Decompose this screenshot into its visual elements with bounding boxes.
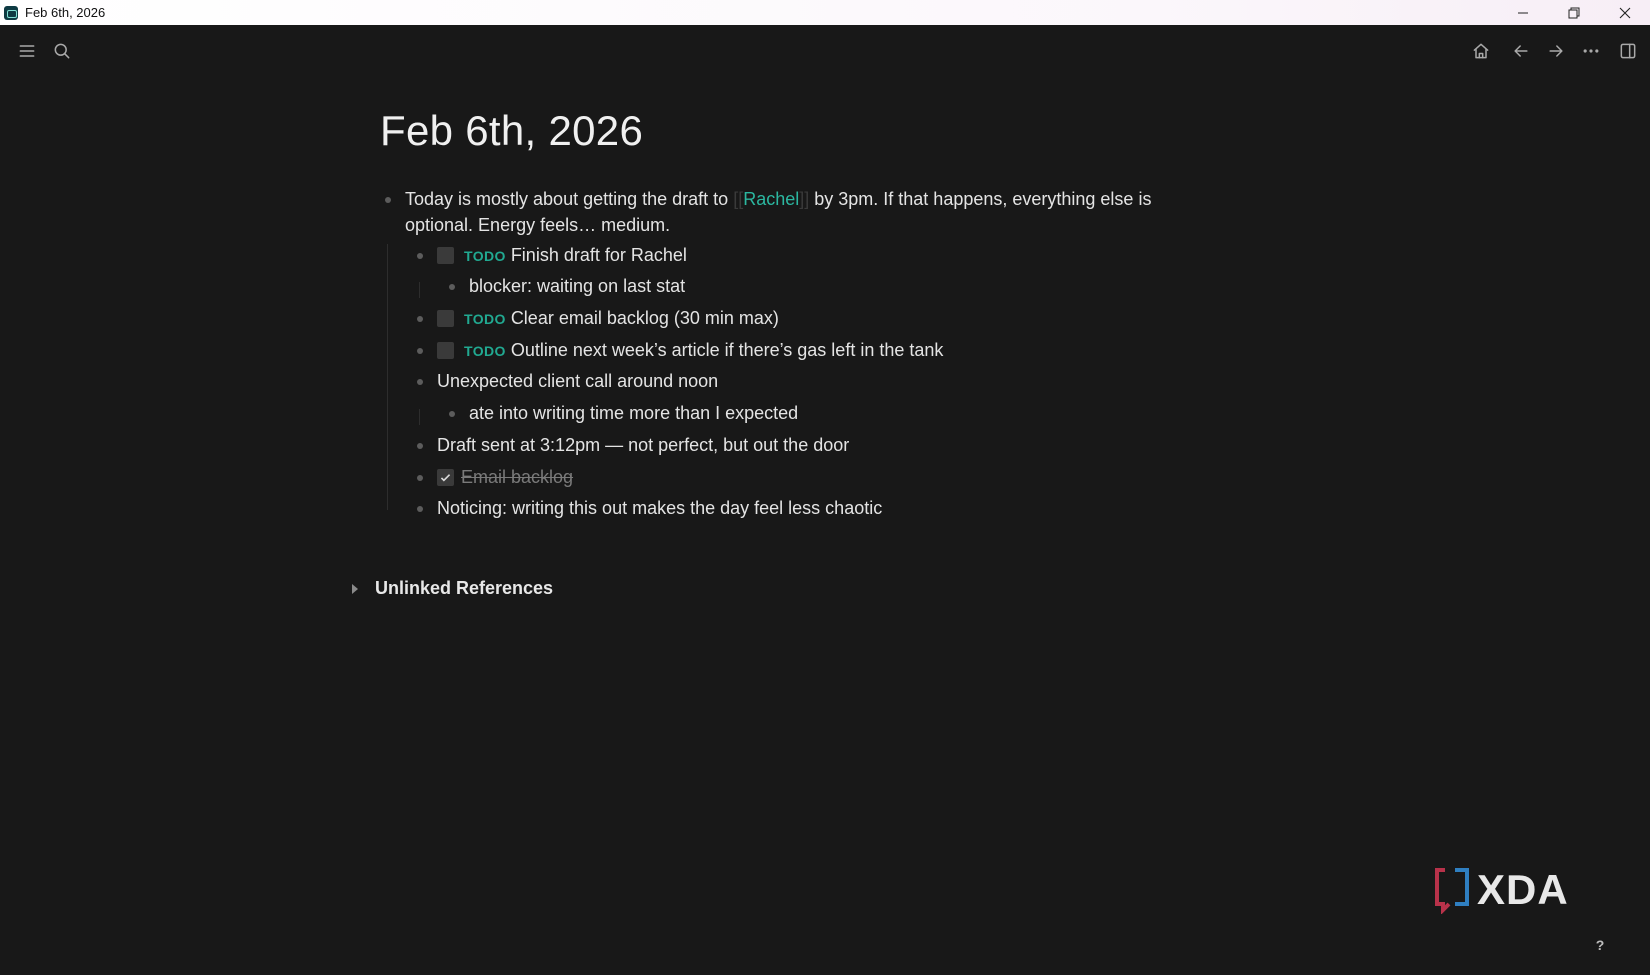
home-icon — [1473, 43, 1489, 59]
minimize-button[interactable] — [1497, 0, 1548, 25]
menu-button[interactable] — [16, 40, 38, 62]
back-button[interactable] — [1510, 40, 1532, 62]
app-logo-icon — [4, 5, 18, 20]
sidebar-icon — [1620, 43, 1636, 59]
page-title[interactable]: Feb 6th, 2026 — [380, 95, 1220, 167]
more-icon — [1583, 49, 1599, 53]
todo-text: Finish draft for Rachel — [510, 245, 687, 265]
menu-icon — [19, 45, 35, 57]
window-controls — [1497, 0, 1650, 25]
right-sidebar-button[interactable] — [1617, 40, 1639, 62]
block-todo-1[interactable]: TODO Finish draft for Rachel — [464, 242, 687, 269]
minimize-icon — [1517, 12, 1528, 13]
block-bullet[interactable] — [449, 284, 455, 290]
block-bullet[interactable] — [449, 411, 455, 417]
todo-checkbox[interactable] — [437, 310, 454, 327]
restore-button[interactable] — [1548, 0, 1599, 25]
ref-bracket-open: [[ — [733, 189, 744, 209]
ref-bracket-close: ]] — [799, 189, 810, 209]
xda-watermark-logo: XDA — [1435, 866, 1569, 914]
indent-guide — [419, 282, 420, 298]
block-note-2[interactable]: Draft sent at 3:12pm — not perfect, but … — [437, 432, 849, 458]
caret-right-icon — [352, 583, 358, 594]
more-button[interactable] — [1580, 40, 1602, 62]
app-toolbar — [0, 25, 1650, 77]
block-bullet[interactable] — [417, 506, 423, 512]
block-bullet[interactable] — [417, 475, 423, 481]
intro-text-continued: by 3pm. If that happens, everything else… — [809, 189, 1152, 209]
close-button[interactable] — [1599, 0, 1650, 25]
block-bullet[interactable] — [417, 379, 423, 385]
intro-text: Today is mostly about getting the draft … — [405, 189, 734, 209]
block-done-1[interactable]: Email backlog — [461, 464, 573, 490]
back-arrow-icon — [1514, 45, 1528, 57]
unlinked-references-toggle[interactable]: Unlinked References — [352, 578, 553, 599]
block-bullet[interactable] — [385, 197, 391, 203]
todo-checkbox[interactable] — [437, 247, 454, 264]
todo-checkbox[interactable] — [437, 342, 454, 359]
block-todo-2[interactable]: TODO Clear email backlog (30 min max) — [464, 305, 779, 332]
block-bullet[interactable] — [417, 443, 423, 449]
journal-page: Feb 6th, 2026 Today is mostly about gett… — [380, 95, 1220, 518]
block-todo-1-child[interactable]: blocker: waiting on last stat — [469, 273, 685, 299]
window-title: Feb 6th, 2026 — [25, 5, 106, 20]
indent-guide — [419, 409, 420, 425]
todo-text: Clear email backlog (30 min max) — [510, 308, 779, 328]
forward-arrow-icon — [1549, 45, 1563, 57]
todo-marker[interactable]: TODO — [464, 248, 506, 264]
close-icon — [1619, 7, 1630, 18]
done-checkbox[interactable] — [437, 469, 454, 486]
xda-watermark-text: XDA — [1477, 866, 1569, 913]
window-titlebar: Feb 6th, 2026 — [0, 0, 1650, 25]
todo-marker[interactable]: TODO — [464, 311, 506, 327]
block-todo-3[interactable]: TODO Outline next week’s article if ther… — [464, 337, 943, 364]
block-note-1[interactable]: Unexpected client call around noon — [437, 368, 718, 394]
help-button[interactable]: ? — [1588, 933, 1612, 957]
search-icon — [54, 43, 70, 59]
block-bullet[interactable] — [417, 253, 423, 259]
home-button[interactable] — [1470, 40, 1492, 62]
block-bullet[interactable] — [417, 348, 423, 354]
block-note-1-child[interactable]: ate into writing time more than I expect… — [469, 400, 798, 426]
forward-button[interactable] — [1545, 40, 1567, 62]
search-button[interactable] — [51, 40, 73, 62]
restore-icon — [1568, 7, 1579, 18]
page-ref-rachel[interactable]: Rachel — [743, 189, 799, 209]
todo-marker[interactable]: TODO — [464, 343, 506, 359]
block-intro-line2[interactable]: optional. Energy feels… medium. — [405, 212, 670, 238]
block-intro[interactable]: Today is mostly about getting the draft … — [405, 186, 1151, 212]
indent-guide — [387, 244, 388, 510]
block-bullet[interactable] — [417, 316, 423, 322]
unlinked-references-label: Unlinked References — [375, 578, 554, 598]
todo-text: Outline next week’s article if there’s g… — [510, 340, 944, 360]
block-note-3[interactable]: Noticing: writing this out makes the day… — [437, 495, 882, 521]
checkmark-icon — [440, 474, 451, 482]
